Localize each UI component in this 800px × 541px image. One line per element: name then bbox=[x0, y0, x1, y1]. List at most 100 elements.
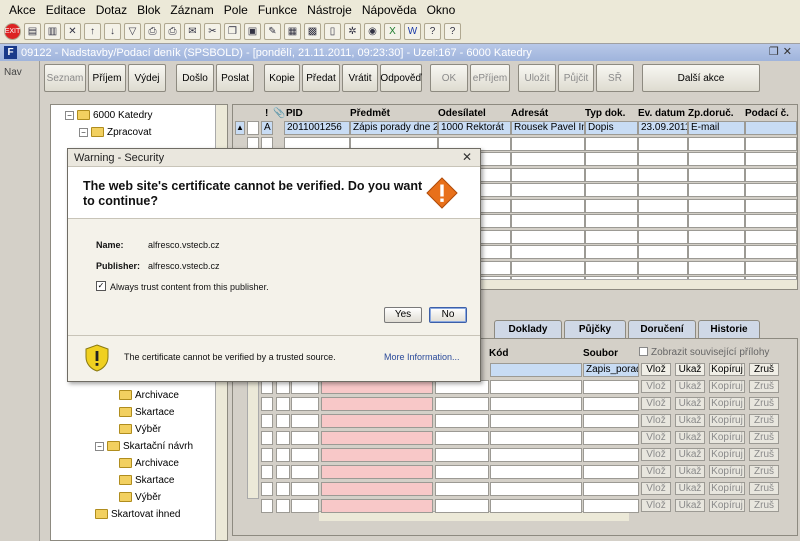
col-header-podaci[interactable]: Podací č. bbox=[745, 105, 789, 121]
doslo-button[interactable]: Došlo bbox=[176, 64, 214, 92]
soubor-cell[interactable]: Zapis_porad bbox=[583, 363, 639, 377]
detail-empty-cell[interactable] bbox=[321, 380, 433, 394]
kopiruj-button[interactable]: Kopíruj bbox=[709, 414, 745, 427]
seznam-button[interactable]: Seznam bbox=[44, 64, 86, 92]
detail-empty-cell[interactable] bbox=[321, 448, 433, 462]
grid-cell-pid[interactable]: 2011001256 bbox=[284, 121, 350, 135]
ukaz-button[interactable]: Ukaž bbox=[675, 431, 705, 444]
grid-empty-cell[interactable] bbox=[745, 198, 797, 213]
col-header-flag[interactable]: ! bbox=[265, 105, 268, 121]
ukaz-button[interactable]: Ukaž bbox=[675, 414, 705, 427]
tab-pujcky[interactable]: Půjčky bbox=[564, 320, 626, 338]
tree-node-skartovat-ihned[interactable]: Skartovat ihned bbox=[95, 506, 181, 522]
tab-doklady[interactable]: Doklady bbox=[494, 320, 562, 338]
detail-empty-cell[interactable] bbox=[276, 431, 290, 445]
tree-node-zpracovat[interactable]: − Zpracovat bbox=[79, 124, 151, 140]
vloz-button[interactable]: Vlož bbox=[641, 448, 671, 461]
zrus-button[interactable]: Zruš bbox=[749, 431, 779, 444]
row-checkbox[interactable] bbox=[247, 121, 259, 135]
collapse-icon[interactable]: − bbox=[79, 127, 88, 137]
detail-empty-cell[interactable] bbox=[490, 499, 582, 513]
vloz-button[interactable]: Vlož bbox=[641, 465, 671, 478]
form-icon[interactable]: ▦ bbox=[284, 23, 301, 40]
grid-empty-cell[interactable] bbox=[688, 229, 745, 244]
zrus-button[interactable]: Zruš bbox=[749, 414, 779, 427]
grid-empty-cell[interactable] bbox=[745, 214, 797, 228]
tab-historie[interactable]: Historie bbox=[698, 320, 760, 338]
detail-empty-cell[interactable] bbox=[583, 397, 639, 411]
detail-empty-cell[interactable] bbox=[490, 397, 582, 411]
grid-empty-cell[interactable] bbox=[585, 229, 638, 244]
grid-empty-cell[interactable] bbox=[745, 260, 797, 275]
detail-empty-cell[interactable] bbox=[261, 499, 273, 513]
menu-pole[interactable]: Pole bbox=[219, 3, 253, 17]
vloz-button[interactable]: Vlož bbox=[641, 414, 671, 427]
odpoved-button[interactable]: Odpověď bbox=[380, 64, 422, 92]
grid-empty-cell[interactable] bbox=[511, 260, 585, 275]
zrus-button[interactable]: Zruš bbox=[749, 499, 779, 512]
grid-cell-flag[interactable]: A bbox=[261, 121, 273, 135]
poslat-button[interactable]: Poslat bbox=[216, 64, 254, 92]
dialog-close-icon[interactable]: ✕ bbox=[462, 150, 472, 164]
print-icon[interactable]: ⎙ bbox=[164, 23, 181, 40]
detail-empty-cell[interactable] bbox=[583, 414, 639, 428]
grid-empty-cell[interactable] bbox=[638, 260, 688, 275]
grid-empty-cell[interactable] bbox=[585, 183, 638, 197]
detail-empty-cell[interactable] bbox=[435, 482, 489, 496]
vratit-button[interactable]: Vrátit bbox=[342, 64, 378, 92]
grid-empty-cell[interactable] bbox=[585, 214, 638, 228]
row-indicator-icon[interactable]: ▲ bbox=[235, 121, 245, 135]
grid-empty-cell[interactable] bbox=[688, 245, 745, 259]
predat-button[interactable]: Předat bbox=[302, 64, 340, 92]
tree-node-archivace-2[interactable]: Archivace bbox=[119, 455, 179, 471]
detail-empty-cell[interactable] bbox=[276, 397, 290, 411]
col-header-predmet[interactable]: Předmět bbox=[350, 105, 390, 121]
ukaz-button[interactable]: Ukaž bbox=[675, 499, 705, 512]
ukaz-button[interactable]: Ukaž bbox=[675, 465, 705, 478]
ukaz-button[interactable]: Ukaž bbox=[675, 448, 705, 461]
pujcit-button[interactable]: Půjčit bbox=[558, 64, 594, 92]
zrus-button[interactable]: Zruš bbox=[749, 482, 779, 495]
detail-empty-cell[interactable] bbox=[261, 380, 273, 394]
ukaz-button[interactable]: Ukaž bbox=[675, 380, 705, 393]
grid-empty-cell[interactable] bbox=[688, 214, 745, 228]
close-icon[interactable]: ✕ bbox=[64, 23, 81, 40]
detail-empty-cell[interactable] bbox=[583, 499, 639, 513]
detail-empty-cell[interactable] bbox=[321, 414, 433, 428]
grid-empty-cell[interactable] bbox=[688, 167, 745, 182]
grid-empty-cell[interactable] bbox=[511, 136, 585, 151]
col-header-odesilatel[interactable]: Odesílatel bbox=[438, 105, 486, 121]
detail-empty-cell[interactable] bbox=[435, 448, 489, 462]
grid-cell-podaci[interactable] bbox=[745, 121, 797, 135]
tree-node-skartacni-navrh[interactable]: − Skartační návrh bbox=[95, 438, 193, 454]
grid-empty-cell[interactable] bbox=[638, 245, 688, 259]
detail-empty-cell[interactable] bbox=[261, 397, 273, 411]
grid-empty-cell[interactable] bbox=[585, 136, 638, 151]
zrus-button[interactable]: Zruš bbox=[749, 363, 779, 376]
excel-icon[interactable]: X bbox=[384, 23, 401, 40]
ukaz-button[interactable]: Ukaž bbox=[675, 363, 705, 376]
menu-nastroje[interactable]: Nástroje bbox=[302, 3, 357, 17]
grid-cell-typ[interactable]: Dopis bbox=[585, 121, 638, 135]
grid-empty-cell[interactable] bbox=[585, 152, 638, 166]
grid-empty-cell[interactable] bbox=[688, 136, 745, 151]
help-icon[interactable]: ? bbox=[444, 23, 461, 40]
detail-empty-cell[interactable] bbox=[490, 482, 582, 496]
grid-empty-cell[interactable] bbox=[638, 183, 688, 197]
web-icon[interactable]: ◉ bbox=[364, 23, 381, 40]
grid-empty-cell[interactable] bbox=[638, 167, 688, 182]
vloz-button[interactable]: Vlož bbox=[641, 380, 671, 393]
detail-empty-cell[interactable] bbox=[435, 465, 489, 479]
col-header-adresat[interactable]: Adresát bbox=[511, 105, 548, 121]
grid-empty-cell[interactable] bbox=[745, 167, 797, 182]
print-icon[interactable]: ⎙ bbox=[144, 23, 161, 40]
detail-empty-cell[interactable] bbox=[583, 448, 639, 462]
menu-editace[interactable]: Editace bbox=[41, 3, 91, 17]
detail-empty-cell[interactable] bbox=[276, 448, 290, 462]
sort-desc-icon[interactable]: ↓ bbox=[104, 23, 121, 40]
grid-empty-cell[interactable] bbox=[511, 229, 585, 244]
copy-icon[interactable]: ❐ bbox=[224, 23, 241, 40]
grid-empty-cell[interactable] bbox=[688, 198, 745, 213]
detail-empty-cell[interactable] bbox=[261, 414, 273, 428]
grid-empty-cell[interactable] bbox=[745, 229, 797, 244]
